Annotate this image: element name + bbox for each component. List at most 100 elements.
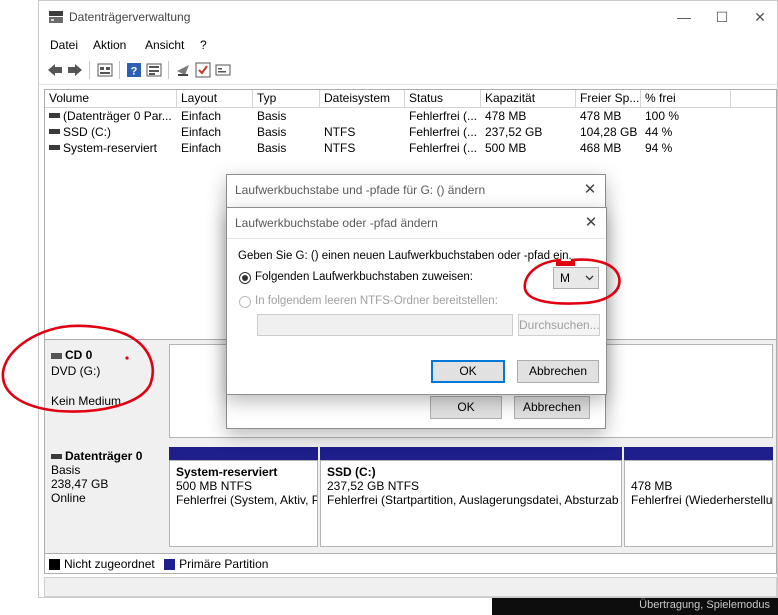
partition-bar (624, 447, 773, 460)
column-kapazitaet[interactable]: Kapazität (481, 90, 576, 107)
help-icon[interactable]: ? (126, 62, 142, 78)
partition-bar (320, 447, 622, 460)
cd-disk-name: CD 0 (65, 348, 93, 362)
disk0-size: 238,47 GB (51, 477, 109, 491)
partition-size: 500 MB NTFS (176, 479, 253, 493)
cell-status: Fehlerfrei (... (409, 125, 478, 139)
outer-dialog-close-button[interactable]: ✕ (575, 175, 605, 205)
outer-dialog-title: Laufwerkbuchstabe und -pfade für G: () ä… (235, 183, 486, 197)
back-arrow-icon[interactable] (47, 62, 63, 78)
column-status[interactable]: Status (405, 90, 481, 107)
disk0-type: Basis (51, 463, 81, 477)
legend-primary-label: Primäre Partition (179, 557, 269, 571)
cell-dateisystem: NTFS (324, 141, 356, 155)
cd-drive-icon (51, 353, 62, 359)
partition-title (631, 465, 766, 479)
column-dateisystem[interactable]: Dateisystem (320, 90, 405, 107)
cd-disk-type: DVD (G:) (51, 364, 101, 378)
outer-ok-button[interactable]: OK (430, 396, 502, 419)
table-row[interactable]: System-reserviert Einfach Basis NTFS Feh… (45, 140, 776, 156)
partition-size: 478 MB (631, 479, 673, 493)
partition-size: 237,52 GB NTFS (327, 479, 420, 493)
connect-icon[interactable] (175, 62, 191, 78)
close-button[interactable]: ✕ (737, 1, 778, 34)
cd-disk-status: Kein Medium (51, 394, 122, 408)
partition-status: Fehlerfrei (Startpartition, Auslagerungs… (327, 493, 619, 507)
cell-prozent-frei: 100 % (645, 109, 680, 123)
menu-aktion[interactable]: Aktion (93, 38, 126, 52)
properties-icon[interactable] (97, 62, 113, 78)
disk-list-icon[interactable] (146, 62, 162, 78)
drive-letter-value: M (560, 271, 570, 285)
menu-datei[interactable]: Datei (50, 38, 78, 52)
inner-ok-button[interactable]: OK (431, 360, 505, 383)
disk0-name: Datenträger 0 (65, 449, 143, 463)
cell-volume: System-reserviert (45, 140, 177, 156)
mount-path-input[interactable] (257, 314, 513, 336)
disk-volume-icon (49, 113, 60, 119)
cell-kapazitaet: 237,52 GB (485, 125, 543, 139)
column-typ[interactable]: Typ (253, 90, 320, 107)
assign-letter-label[interactable]: Folgenden Laufwerkbuchstaben zuweisen: (255, 271, 473, 283)
menu-help[interactable]: ? (200, 38, 207, 52)
settings-icon[interactable] (215, 62, 231, 78)
cell-kapazitaet: 500 MB (485, 141, 527, 155)
column-prozent-frei[interactable]: % frei (641, 90, 731, 107)
legend-unallocated-swatch (49, 559, 60, 571)
cell-layout: Einfach (181, 141, 222, 155)
chevron-down-icon (585, 275, 594, 281)
disk-volume-icon (49, 129, 60, 135)
cell-kapazitaet: 478 MB (485, 109, 527, 123)
partition-title: SSD (C:) (327, 465, 376, 479)
cell-layout: Einfach (181, 109, 222, 123)
forward-arrow-icon[interactable] (67, 62, 83, 78)
toolbar-separator (89, 61, 90, 79)
svg-text:?: ? (131, 66, 138, 78)
partition-status: Fehlerfrei (Wiederherstellu (631, 493, 773, 507)
column-volume[interactable]: Volume (45, 90, 177, 107)
cd-disk-label[interactable]: CD 0 DVD (G:) Kein Medium (45, 340, 167, 440)
cell-volume: SSD (C:) (45, 124, 177, 140)
partition-bar (169, 447, 318, 460)
cell-prozent-frei: 94 % (645, 141, 673, 155)
cell-status: Fehlerfrei (... (409, 109, 478, 123)
disk0-label[interactable]: Datenträger 0 Basis 238,47 GB Online (45, 443, 167, 547)
partition-ssd-c[interactable]: SSD (C:) 237,52 GB NTFS Fehlerfrei (Star… (320, 447, 622, 547)
table-row[interactable]: (Datenträger 0 Par... Einfach Basis Fehl… (45, 108, 776, 124)
dialog-divider (227, 238, 606, 239)
toolbar-separator (119, 61, 120, 79)
mount-folder-label[interactable]: In folgendem leeren NTFS-Ordner bereitst… (255, 295, 498, 307)
mount-folder-radio[interactable] (239, 296, 251, 308)
dialog-prompt: Geben Sie G: () einen neuen Laufwerkbuch… (238, 250, 572, 262)
partition-system-reserviert[interactable]: System-reserviert 500 MB NTFS Fehlerfrei… (169, 447, 318, 547)
partition-status: Fehlerfrei (System, Aktiv, P (176, 493, 318, 507)
cell-prozent-frei: 44 % (645, 125, 673, 139)
menu-ansicht[interactable]: Ansicht (145, 38, 184, 52)
disk-icon (51, 454, 62, 460)
partition-recovery[interactable]: 478 MB Fehlerfrei (Wiederherstellu (624, 447, 773, 547)
column-freier-speicher[interactable]: Freier Sp... (576, 90, 641, 107)
cell-status: Fehlerfrei (... (409, 141, 478, 155)
disk-management-app-icon (49, 11, 63, 23)
column-layout[interactable]: Layout (177, 90, 253, 107)
disk0-status: Online (51, 491, 86, 505)
cell-typ: Basis (257, 141, 287, 155)
cell-layout: Einfach (181, 125, 222, 139)
browse-button[interactable]: Durchsuchen... (518, 314, 600, 336)
disk-volume-icon (49, 145, 60, 151)
assign-letter-radio[interactable] (239, 272, 251, 284)
inner-cancel-button[interactable]: Abbrechen (517, 360, 599, 383)
drive-letter-path-dialog[interactable]: Laufwerkbuchstabe oder -pfad ändern ✕ Ge… (226, 207, 607, 395)
cell-typ: Basis (257, 125, 287, 139)
table-row[interactable]: SSD (C:) Einfach Basis NTFS Fehlerfrei (… (45, 124, 776, 140)
window-title: Datenträgerverwaltung (69, 10, 191, 24)
volume-list-header: Volume Layout Typ Dateisystem Status Kap… (45, 90, 776, 108)
outer-cancel-button[interactable]: Abbrechen (514, 396, 590, 419)
inner-dialog-close-button[interactable]: ✕ (576, 208, 606, 238)
inner-dialog-title: Laufwerkbuchstabe oder -pfad ändern (235, 216, 438, 230)
drive-letter-select[interactable]: M (553, 267, 599, 289)
check-icon[interactable] (195, 62, 211, 78)
cell-freier-speicher: 468 MB (580, 141, 622, 155)
title-bar[interactable]: Datenträgerverwaltung — ☐ ✕ (39, 1, 777, 34)
cell-volume: (Datenträger 0 Par... (45, 108, 177, 124)
